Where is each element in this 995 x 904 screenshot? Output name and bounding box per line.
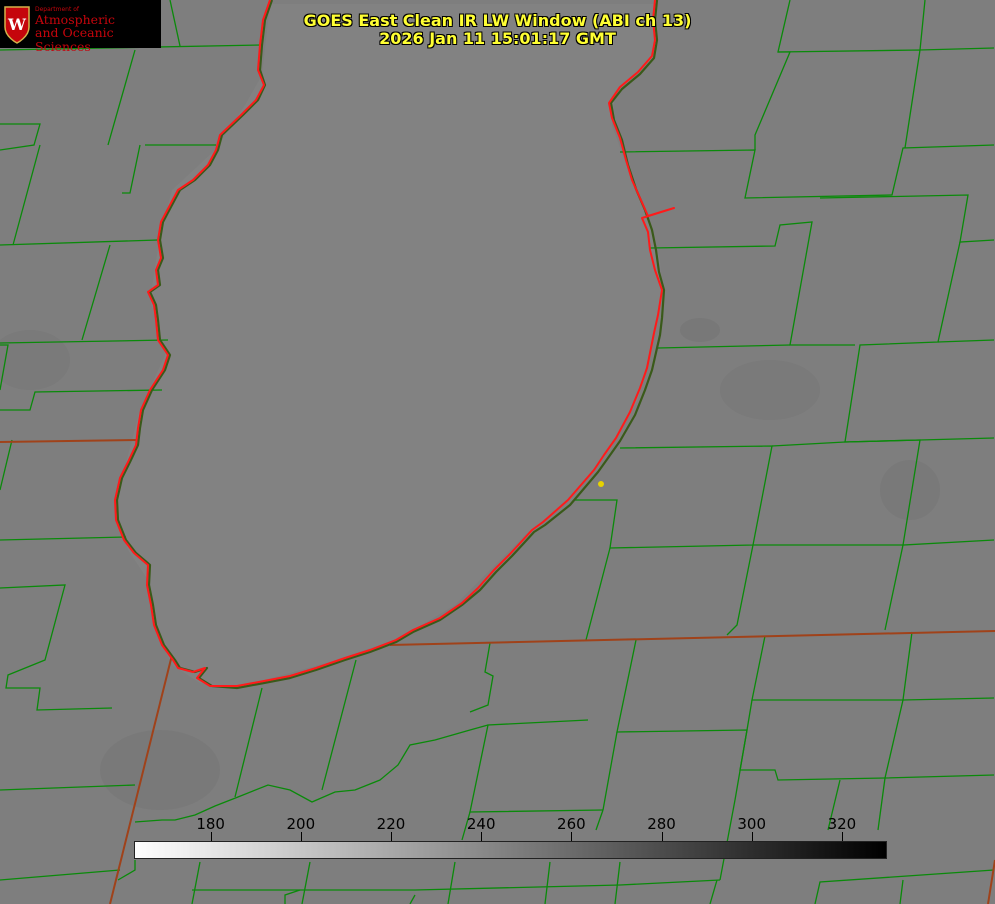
colorbar-tick-mark [300, 832, 302, 841]
colorbar-tick-mark [391, 832, 392, 841]
colorbar-tick-label: 260 [557, 815, 586, 833]
svg-text:W: W [7, 15, 27, 34]
image-timestamp: 2026 Jan 11 15:01:17 GMT [379, 29, 616, 48]
colorbar-tick-label: 220 [376, 815, 406, 833]
logo-line2: and Oceanic Sciences [35, 25, 114, 54]
colorbar-tick-mark [661, 832, 663, 841]
uw-aos-logo: W Department of Atmospheric and Oceanic … [0, 0, 161, 54]
colorbar-tick-label: 280 [647, 815, 676, 833]
colorbar-tick-mark [841, 832, 843, 841]
colorbar-tick-mark [751, 832, 753, 841]
satellite-map [0, 0, 995, 904]
colorbar [134, 841, 887, 859]
colorbar-tick-label: 320 [827, 815, 857, 833]
station-marker [598, 481, 604, 487]
colorbar-tick-label: 180 [196, 815, 225, 833]
colorbar-tick-label: 300 [737, 815, 767, 833]
colorbar-tick-mark [481, 832, 483, 841]
uw-crest-icon: W [4, 6, 30, 44]
colorbar-tick-mark [210, 832, 212, 841]
colorbar-tick-label: 240 [466, 815, 496, 833]
colorbar-tick-label: 200 [286, 815, 316, 833]
image-title: GOES East Clean IR LW Window (ABI ch 13) [303, 11, 692, 30]
colorbar-tick-mark [571, 832, 573, 841]
